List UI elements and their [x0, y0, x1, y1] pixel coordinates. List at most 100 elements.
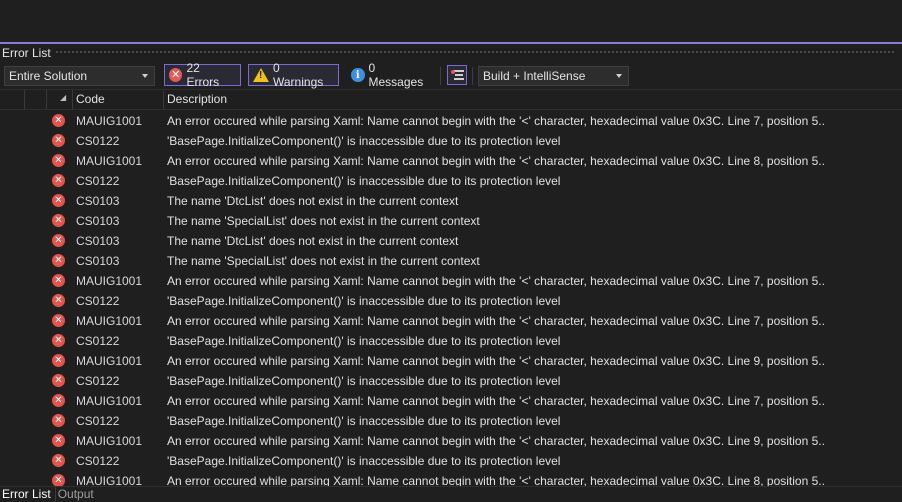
info-icon: i [351, 68, 365, 82]
toolbar-separator [472, 67, 473, 85]
error-icon: ✕ [52, 334, 65, 347]
build-source-dropdown[interactable]: Build + IntelliSense [478, 66, 629, 86]
error-icon: ✕ [52, 314, 65, 327]
build-source-dropdown-value: Build + IntelliSense [483, 69, 586, 83]
error-icon: ✕ [52, 454, 65, 467]
error-code: MAUIG1001 [76, 434, 143, 448]
error-description: An error occured while parsing Xaml: Nam… [167, 394, 825, 408]
error-description: 'BasePage.InitializeComponent()' is inac… [167, 454, 561, 468]
error-list-toolbar: Entire Solution ✕ 22 Errors ! 0 Warnings… [0, 61, 902, 89]
table-row[interactable]: ✕ CS0122 'BasePage.InitializeComponent()' … [0, 371, 902, 391]
table-row[interactable]: ✕ CS0103 The name 'DtcList' does not exist… [0, 191, 902, 211]
error-code: MAUIG1001 [76, 314, 143, 328]
error-description: An error occured while parsing Xaml: Nam… [167, 434, 825, 448]
warnings-filter-button[interactable]: ! 0 Warnings [248, 61, 339, 89]
error-icon: ✕ [52, 274, 65, 287]
error-description: 'BasePage.InitializeComponent()' is inac… [167, 294, 561, 308]
error-code: MAUIG1001 [76, 114, 143, 128]
error-icon: ✕ [52, 394, 65, 407]
messages-filter-label: 0 Messages [368, 61, 424, 89]
error-icon: ✕ [52, 414, 65, 427]
table-row[interactable]: ✕ CS0103 The name 'DtcList' does not exist… [0, 231, 902, 251]
table-row[interactable]: ✕ MAUIG1001 An error occured while parsing… [0, 151, 902, 171]
error-description: An error occured while parsing Xaml: Nam… [167, 114, 825, 128]
chevron-down-icon [142, 74, 148, 78]
toolbar-separator [440, 67, 441, 85]
errors-filter-button[interactable]: ✕ 22 Errors [164, 61, 241, 89]
messages-filter-button[interactable]: i 0 Messages [346, 61, 438, 89]
panel-grip[interactable] [54, 50, 896, 55]
table-row[interactable]: ✕ MAUIG1001 An error occured while parsing… [0, 391, 902, 411]
column-header-code[interactable]: Code [76, 90, 105, 109]
error-code: CS0103 [76, 254, 120, 268]
error-icon: ✕ [52, 194, 65, 207]
error-code: MAUIG1001 [76, 354, 143, 368]
table-row[interactable]: ✕ CS0122 'BasePage.InitializeComponent()' … [0, 411, 902, 431]
error-icon: ✕ [52, 254, 65, 267]
errors-filter-label: 22 Errors [186, 61, 220, 89]
error-code: CS0122 [76, 174, 120, 188]
table-row[interactable]: ✕ CS0122 'BasePage.InitializeComponent()' … [0, 291, 902, 311]
warnings-filter-label: 0 Warnings [273, 61, 324, 89]
error-icon: ✕ [52, 354, 65, 367]
tab-error-list[interactable]: Error List [0, 487, 56, 502]
error-code: CS0122 [76, 374, 120, 388]
warning-icon: ! [253, 68, 269, 82]
error-description: An error occured while parsing Xaml: Nam… [167, 354, 825, 368]
error-icon: ✕ [52, 374, 65, 387]
error-description: 'BasePage.InitializeComponent()' is inac… [167, 134, 561, 148]
table-row[interactable]: ✕ MAUIG1001 An error occured while parsing… [0, 351, 902, 371]
error-description: An error occured while parsing Xaml: Nam… [167, 274, 825, 288]
column-header-row: ◢ Code Description [0, 89, 902, 110]
scope-dropdown-value: Entire Solution [9, 69, 88, 83]
error-description: 'BasePage.InitializeComponent()' is inac… [167, 414, 561, 428]
error-code: CS0103 [76, 194, 120, 208]
table-row[interactable]: ✕ MAUIG1001 An error occured while parsing… [0, 271, 902, 291]
filter-icon[interactable] [447, 65, 467, 85]
error-code: CS0122 [76, 294, 120, 308]
table-row[interactable]: ✕ MAUIG1001 An error occured while parsing… [0, 111, 902, 131]
sort-icon[interactable]: ◢ [60, 93, 66, 102]
scope-dropdown[interactable]: Entire Solution [4, 66, 155, 86]
error-icon: ✕ [169, 68, 183, 82]
error-description: The name 'DtcList' does not exist in the… [167, 194, 459, 208]
table-row[interactable]: ✕ CS0122 'BasePage.InitializeComponent()' … [0, 331, 902, 351]
error-code: MAUIG1001 [76, 394, 143, 408]
table-row[interactable]: ✕ MAUIG1001 An error occured while parsing… [0, 471, 902, 486]
error-code: CS0103 [76, 234, 120, 248]
error-icon: ✕ [52, 234, 65, 247]
error-icon: ✕ [52, 174, 65, 187]
panel-title: Error List [2, 45, 51, 60]
table-row[interactable]: ✕ CS0122 'BasePage.InitializeComponent()' … [0, 451, 902, 471]
error-description: The name 'SpecialList' does not exist in… [167, 214, 480, 228]
panel-title-bar[interactable]: Error List [0, 44, 902, 61]
table-row[interactable]: ✕ CS0103 The name 'SpecialList' does not e… [0, 211, 902, 231]
error-icon: ✕ [52, 134, 65, 147]
chevron-down-icon [616, 74, 622, 78]
table-row[interactable]: ✕ CS0122 'BasePage.InitializeComponent()' … [0, 171, 902, 191]
error-code: CS0103 [76, 214, 120, 228]
bottom-tab-strip: Error List Output [0, 486, 902, 502]
error-description: The name 'DtcList' does not exist in the… [167, 234, 459, 248]
error-icon: ✕ [52, 154, 65, 167]
column-header-description[interactable]: Description [167, 90, 227, 109]
table-row[interactable]: ✕ MAUIG1001 An error occured while parsing… [0, 311, 902, 331]
error-icon: ✕ [52, 114, 65, 127]
error-description: An error occured while parsing Xaml: Nam… [167, 154, 825, 168]
error-list-rows: ✕ MAUIG1001 An error occured while parsing… [0, 111, 902, 486]
error-icon: ✕ [52, 214, 65, 227]
table-row[interactable]: ✕ MAUIG1001 An error occured while parsing… [0, 431, 902, 451]
error-icon: ✕ [52, 474, 65, 486]
table-row[interactable]: ✕ CS0122 'BasePage.InitializeComponent()' … [0, 131, 902, 151]
tab-output[interactable]: Output [56, 487, 98, 502]
error-code: CS0122 [76, 334, 120, 348]
error-code: CS0122 [76, 414, 120, 428]
error-code: MAUIG1001 [76, 154, 143, 168]
error-code: CS0122 [76, 134, 120, 148]
error-description: 'BasePage.InitializeComponent()' is inac… [167, 334, 561, 348]
error-code: CS0122 [76, 454, 120, 468]
error-code: MAUIG1001 [76, 474, 143, 486]
error-description: An error occured while parsing Xaml: Nam… [167, 314, 825, 328]
editor-area-top [0, 0, 902, 42]
table-row[interactable]: ✕ CS0103 The name 'SpecialList' does not e… [0, 251, 902, 271]
